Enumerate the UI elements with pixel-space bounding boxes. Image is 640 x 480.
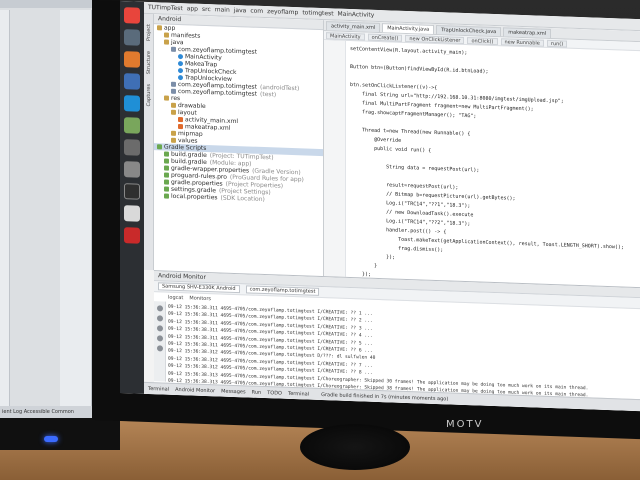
taskbar — [120, 0, 144, 394]
tool-window-tab[interactable]: TODO — [267, 390, 282, 397]
method-crumb[interactable]: run() — [546, 39, 568, 48]
scroll-end-icon[interactable] — [156, 315, 163, 322]
settings-icon[interactable] — [124, 161, 140, 178]
monitor-screen: TUTimpTest app src main java com zeyoflamp toti… — [120, 0, 640, 412]
tree-item-hint: (SDK Location) — [220, 194, 265, 204]
tree-item-label: local.properties — [171, 192, 218, 202]
tool-window-tab[interactable]: Run — [252, 389, 262, 395]
method-crumb[interactable]: onClick() — [467, 36, 498, 45]
tool-window-tab[interactable]: Messages — [221, 388, 246, 395]
tree-item-label: res — [171, 94, 181, 103]
tool-tab-structure[interactable]: Structure — [146, 51, 152, 74]
chrome-icon[interactable] — [124, 7, 140, 24]
folder-icon — [157, 25, 162, 31]
github-icon[interactable] — [124, 183, 140, 200]
main-monitor: TUTimpTest app src main java com zeyoflamp toti… — [92, 0, 640, 440]
gradle-icon — [164, 179, 169, 185]
gradle-icon — [164, 158, 169, 164]
left-screen-panel — [0, 10, 10, 410]
side-tool-strip: Project Structure Captures — [144, 13, 154, 271]
breadcrumb-item[interactable]: java — [234, 7, 247, 14]
project-panel: Android app manifests java com.zeyoflamp.to… — [154, 14, 324, 277]
folder-icon — [164, 95, 169, 101]
filezilla-icon[interactable] — [124, 227, 140, 244]
class-icon — [178, 68, 183, 74]
clear-log-icon[interactable] — [156, 305, 163, 312]
breadcrumb-item[interactable]: src — [202, 6, 211, 13]
firefox-icon[interactable] — [124, 51, 140, 68]
folder-icon — [164, 39, 169, 45]
editor-gutter — [324, 40, 346, 277]
method-crumb[interactable]: onCreate() — [367, 33, 403, 42]
breadcrumb-item[interactable]: TUTimpTest — [148, 4, 183, 12]
folder-icon — [171, 109, 176, 115]
left-screen-panel — [60, 10, 92, 410]
tool-window-tab[interactable]: Terminal — [148, 385, 169, 392]
edge-icon[interactable] — [124, 95, 140, 112]
method-crumb[interactable]: new OnClickListener — [405, 34, 465, 44]
class-icon — [178, 61, 183, 67]
folder-icon — [171, 102, 176, 108]
power-led — [44, 436, 58, 442]
gradle-icon — [164, 172, 169, 178]
android-studio-icon[interactable] — [124, 117, 140, 134]
left-screen: ient Log Accessible Common — [0, 0, 92, 418]
gradle-icon — [157, 144, 162, 150]
breadcrumb-item[interactable]: main — [215, 6, 230, 14]
monitor-subtab[interactable]: Monitors — [189, 295, 211, 302]
project-tree: app manifests java com.zeyoflamp.totimgtest… — [154, 24, 323, 205]
tool-window-tab[interactable]: Terminal — [288, 390, 309, 397]
monitor-brand-logo: MOTV — [446, 419, 484, 430]
restart-icon[interactable] — [156, 325, 163, 332]
breadcrumb-item[interactable]: MainActivity — [338, 11, 375, 19]
xml-file-icon — [178, 124, 183, 130]
folder-icon — [171, 137, 176, 143]
tree-item-hint: (test) — [260, 90, 277, 99]
device-select[interactable]: Samsung SHV-E330K Android — [158, 282, 240, 294]
gradle-icon — [164, 165, 169, 171]
tool-tab-captures[interactable]: Captures — [146, 84, 152, 107]
folder-icon — [171, 130, 176, 136]
android-studio-window: TUTimpTest app src main java com zeyoflamp toti… — [144, 1, 640, 412]
record-icon[interactable] — [156, 345, 163, 352]
breadcrumb-item[interactable]: com — [250, 8, 263, 15]
method-crumb[interactable]: MainActivity — [326, 31, 365, 41]
gradle-icon — [164, 186, 169, 192]
editor-tab[interactable]: makeatrap.xml — [503, 27, 552, 39]
tool-tab-project[interactable]: Project — [146, 24, 152, 41]
editor-tab[interactable]: activity_main.xml — [326, 21, 381, 33]
breadcrumb-item[interactable]: totimgtest — [302, 9, 333, 17]
package-icon — [171, 81, 176, 87]
package-icon — [171, 88, 176, 94]
folder-icon[interactable] — [124, 73, 140, 90]
status-bar-text: Gradle build finished in 7s (minutes mom… — [321, 391, 449, 402]
package-icon — [171, 46, 176, 52]
class-icon — [178, 75, 183, 81]
method-crumb[interactable]: new Runnable — [500, 37, 544, 47]
left-status-text: ient Log Accessible Common — [0, 406, 92, 418]
folder-icon — [164, 32, 169, 38]
app-icon[interactable] — [124, 205, 140, 222]
breadcrumb-item[interactable]: app — [187, 5, 198, 12]
terminal-icon[interactable] — [124, 139, 140, 156]
class-icon — [178, 54, 183, 60]
process-select[interactable]: com.zeyoflamp.totimgtest — [245, 285, 320, 296]
gradle-icon — [164, 193, 169, 199]
code-text[interactable]: setContentView(R.layout.activity_main); … — [350, 45, 640, 287]
breadcrumb-item[interactable]: zeyoflamp — [267, 8, 298, 16]
monitor-subtab[interactable]: logcat — [168, 294, 183, 301]
cable-bundle — [300, 424, 410, 470]
logcat-tool-strip — [154, 301, 166, 382]
xml-file-icon — [178, 117, 183, 123]
camera-icon[interactable] — [156, 335, 163, 342]
gradle-icon — [164, 151, 169, 157]
photo-scene: ient Log Accessible Common TUTimpTest app… — [0, 0, 640, 480]
code-editor[interactable]: activity_main.xml MainActivity.java TrapUn… — [324, 20, 640, 288]
editor-tab[interactable]: TrapUnlockCheck.java — [436, 25, 502, 37]
editor-tab[interactable]: MainActivity.java — [382, 23, 435, 34]
tree-item-label: app — [164, 24, 176, 32]
app-icon[interactable] — [124, 29, 140, 46]
tool-window-tab[interactable]: Android Monitor — [175, 386, 215, 393]
left-screen-toolbar — [0, 0, 92, 8]
